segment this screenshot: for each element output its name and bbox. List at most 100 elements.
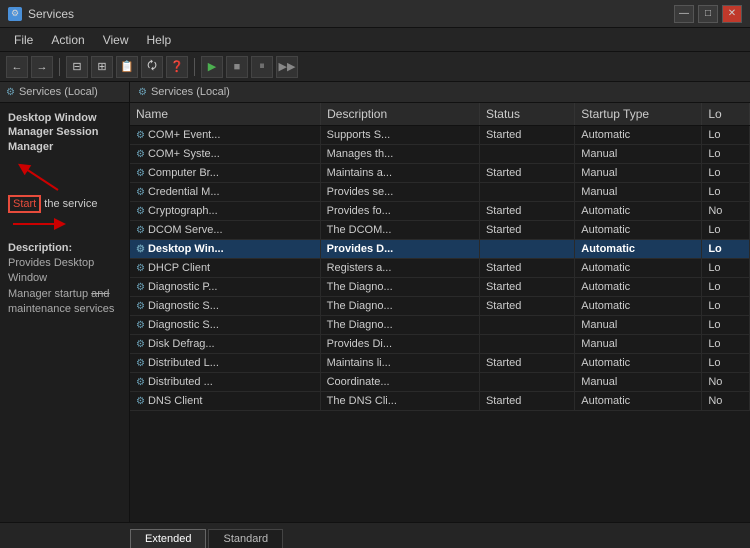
service-log-cell: Lo <box>702 183 750 202</box>
service-status-cell: Started <box>479 392 574 411</box>
service-status-cell: Started <box>479 126 574 145</box>
stop-button[interactable]: ■ <box>226 56 248 78</box>
the-service-text: the service <box>41 198 97 210</box>
col-header-log[interactable]: Lo <box>702 103 750 126</box>
tab-extended[interactable]: Extended <box>130 529 206 548</box>
table-row[interactable]: ⚙COM+ Event...Supports S...StartedAutoma… <box>130 126 750 145</box>
refresh-button[interactable]: 🗘 <box>141 56 163 78</box>
service-desc-cell: The Diagno... <box>321 316 480 335</box>
service-status-cell <box>479 145 574 164</box>
table-row[interactable]: ⚙Disk Defrag...Provides Di...ManualLo <box>130 335 750 354</box>
forward-button[interactable]: → <box>31 56 53 78</box>
view-list-button[interactable]: ⊟ <box>66 56 88 78</box>
service-startup-cell: Automatic <box>575 221 702 240</box>
service-icon: ⚙ <box>136 168 145 179</box>
service-desc-cell: Maintains li... <box>321 354 480 373</box>
col-header-desc[interactable]: Description <box>321 103 480 126</box>
service-name-text: Computer Br... <box>148 167 219 179</box>
close-button[interactable]: ✕ <box>722 5 742 23</box>
service-name-cell: ⚙Diagnostic S... <box>130 297 321 315</box>
service-name-cell: ⚙Distributed ... <box>130 373 321 391</box>
service-name-text: Diagnostic P... <box>148 281 218 293</box>
left-panel-content: Desktop Window Manager Session Manager S… <box>0 103 129 325</box>
toolbar-separator-1 <box>59 58 60 76</box>
view-detail-button[interactable]: ⊞ <box>91 56 113 78</box>
menu-file[interactable]: File <box>6 31 41 49</box>
service-log-cell: Lo <box>702 145 750 164</box>
table-row[interactable]: ⚙DNS ClientThe DNS Cli...StartedAutomati… <box>130 392 750 411</box>
col-header-startup[interactable]: Startup Type <box>575 103 702 126</box>
window-title: Services <box>28 7 74 21</box>
start-button[interactable]: ▶ <box>201 56 223 78</box>
menu-bar: File Action View Help <box>0 28 750 52</box>
back-button[interactable]: ← <box>6 56 28 78</box>
left-panel-header: ⚙ Services (Local) <box>0 82 129 103</box>
service-log-cell: No <box>702 373 750 392</box>
properties-button[interactable]: 📋 <box>116 56 138 78</box>
table-row[interactable]: ⚙Diagnostic S...The Diagno...ManualLo <box>130 316 750 335</box>
table-row[interactable]: ⚙Cryptograph...Provides fo...StartedAuto… <box>130 202 750 221</box>
table-row[interactable]: ⚙Diagnostic P...The Diagno...StartedAuto… <box>130 278 750 297</box>
services-table[interactable]: Name Description Status Startup Type Lo … <box>130 103 750 522</box>
service-startup-cell: Manual <box>575 373 702 392</box>
service-startup-cell: Automatic <box>575 354 702 373</box>
service-startup-cell: Automatic <box>575 126 702 145</box>
table-row[interactable]: ⚙Credential M...Provides se...ManualLo <box>130 183 750 202</box>
col-header-status[interactable]: Status <box>479 103 574 126</box>
description-section: Description: Provides Desktop Window Man… <box>8 242 121 318</box>
service-startup-cell: Manual <box>575 316 702 335</box>
table-row[interactable]: ⚙Computer Br...Maintains a...StartedManu… <box>130 164 750 183</box>
service-icon: ⚙ <box>136 377 145 388</box>
service-title: Desktop Window Manager Session Manager <box>8 111 121 154</box>
service-desc-cell: Maintains a... <box>321 164 480 183</box>
menu-help[interactable]: Help <box>139 31 180 49</box>
title-bar: ⚙ Services — □ ✕ <box>0 0 750 28</box>
service-name-text: COM+ Event... <box>148 129 220 141</box>
table-row[interactable]: ⚙COM+ Syste...Manages th...ManualLo <box>130 145 750 164</box>
service-desc-cell: The Diagno... <box>321 278 480 297</box>
service-name-text: Cryptograph... <box>148 205 218 217</box>
service-log-cell: Lo <box>702 335 750 354</box>
service-desc-cell: Supports S... <box>321 126 480 145</box>
service-name-cell: ⚙Diagnostic P... <box>130 278 321 296</box>
col-header-name[interactable]: Name <box>130 103 321 126</box>
maximize-button[interactable]: □ <box>698 5 718 23</box>
table-row[interactable]: ⚙Desktop Win...Provides D...AutomaticLo <box>130 240 750 259</box>
restart-button[interactable]: ▶▶ <box>276 56 298 78</box>
service-startup-cell: Manual <box>575 145 702 164</box>
service-status-cell: Started <box>479 259 574 278</box>
service-icon: ⚙ <box>136 320 145 331</box>
table-row[interactable]: ⚙Diagnostic S...The Diagno...StartedAuto… <box>130 297 750 316</box>
help-button[interactable]: ❓ <box>166 56 188 78</box>
service-name-text: DCOM Serve... <box>148 224 223 236</box>
service-name-cell: ⚙Distributed L... <box>130 354 321 372</box>
table-row[interactable]: ⚙DCOM Serve...The DCOM...StartedAutomati… <box>130 221 750 240</box>
service-icon: ⚙ <box>136 301 145 312</box>
service-name-text: Disk Defrag... <box>148 338 215 350</box>
service-status-cell: Started <box>479 278 574 297</box>
tab-standard[interactable]: Standard <box>208 529 283 548</box>
table-row[interactable]: ⚙Distributed L...Maintains li...StartedA… <box>130 354 750 373</box>
service-status-cell <box>479 373 574 392</box>
table-row[interactable]: ⚙DHCP ClientRegisters a...StartedAutomat… <box>130 259 750 278</box>
pause-button[interactable]: ⏸ <box>251 56 273 78</box>
service-log-cell: Lo <box>702 278 750 297</box>
arrow-right-icon <box>8 214 68 234</box>
arrow-up-icon <box>8 162 68 192</box>
service-desc-cell: Provides Di... <box>321 335 480 354</box>
service-icon: ⚙ <box>136 187 145 198</box>
menu-action[interactable]: Action <box>43 31 92 49</box>
menu-view[interactable]: View <box>95 31 137 49</box>
minimize-button[interactable]: — <box>674 5 694 23</box>
service-startup-cell: Manual <box>575 335 702 354</box>
service-status-cell: Started <box>479 221 574 240</box>
table-row[interactable]: ⚙Distributed ...Coordinate...ManualNo <box>130 373 750 392</box>
service-icon: ⚙ <box>136 396 145 407</box>
start-link[interactable]: Start <box>8 195 41 213</box>
service-desc-cell: The DNS Cli... <box>321 392 480 411</box>
window-controls[interactable]: — □ ✕ <box>674 5 742 23</box>
left-panel: ⚙ Services (Local) Desktop Window Manage… <box>0 82 130 522</box>
description-text: Provides Desktop Window Manager startup … <box>8 256 121 318</box>
service-icon: ⚙ <box>136 263 145 274</box>
service-startup-cell: Automatic <box>575 297 702 316</box>
